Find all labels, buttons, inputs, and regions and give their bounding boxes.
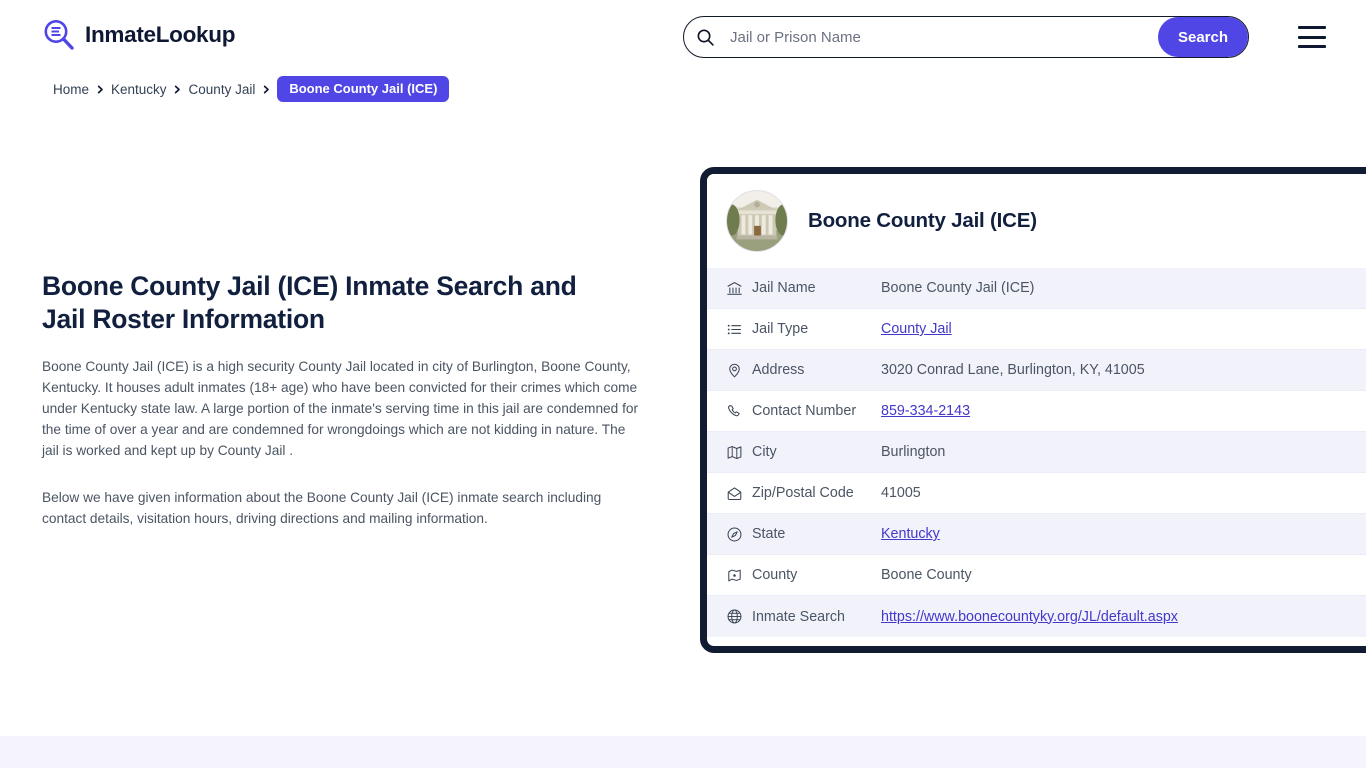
site-header: InmateLookup Search	[0, 0, 1366, 74]
table-row: County Boone County	[707, 555, 1366, 596]
breadcrumb: Home Kentucky County Jail Boone County J…	[53, 76, 450, 102]
search-bar[interactable]: Search	[683, 16, 1249, 58]
row-label: Contact Number	[752, 403, 857, 419]
card-header: Boone County Jail (ICE)	[707, 174, 1366, 268]
row-label: Jail Name	[752, 280, 816, 296]
chevron-right-icon	[89, 85, 111, 94]
table-row: Address 3020 Conrad Lane, Burlington, KY…	[707, 350, 1366, 391]
county-marker-icon	[726, 565, 752, 585]
row-value-link[interactable]: https://www.boonecountyky.org/JL/default…	[881, 609, 1178, 625]
breadcrumb-item-county-jail[interactable]: County Jail	[189, 82, 256, 97]
chevron-right-icon	[167, 85, 189, 94]
row-label: Zip/Postal Code	[752, 485, 854, 501]
row-value: 41005	[881, 485, 921, 501]
bank-building-icon	[726, 278, 752, 298]
breadcrumb-current-page: Boone County Jail (ICE)	[277, 76, 450, 102]
globe-icon	[726, 607, 752, 627]
table-row: Jail Type County Jail	[707, 309, 1366, 350]
table-row: Inmate Search https://www.boonecountyky.…	[707, 596, 1366, 637]
row-value-link[interactable]: 859-334-2143	[881, 403, 970, 419]
row-label: County	[752, 567, 798, 583]
map-pin-icon	[726, 360, 752, 380]
description-paragraph-1: Boone County Jail (ICE) is a high securi…	[42, 359, 639, 458]
brand-name: InmateLookup	[85, 21, 236, 47]
main-content: Boone County Jail (ICE) Inmate Search an…	[42, 270, 642, 530]
row-label: City	[752, 444, 777, 460]
table-row: City Burlington	[707, 432, 1366, 473]
breadcrumb-item-home[interactable]: Home	[53, 82, 89, 97]
row-label: Inmate Search	[752, 608, 845, 625]
row-label: Address	[752, 362, 805, 378]
row-value: Boone County Jail (ICE)	[881, 280, 1035, 296]
table-row: State Kentucky	[707, 514, 1366, 555]
hamburger-bar	[1298, 26, 1326, 29]
description-paragraph-2: Below we have given information about th…	[42, 489, 602, 526]
jail-info-card: Boone County Jail (ICE) Jail Name Boone …	[700, 167, 1366, 653]
row-value-link[interactable]: Kentucky	[881, 526, 940, 542]
row-label: Jail Type	[752, 321, 809, 337]
phone-icon	[726, 401, 752, 421]
table-row: Contact Number 859-334-2143	[707, 391, 1366, 432]
brand-logo-link[interactable]: InmateLookup	[42, 18, 235, 52]
breadcrumb-item-kentucky[interactable]: Kentucky	[111, 82, 167, 97]
card-title: Boone County Jail (ICE)	[808, 209, 1037, 232]
search-input[interactable]	[726, 17, 1159, 57]
row-value: Boone County	[881, 567, 972, 583]
search-icon	[684, 17, 726, 57]
row-value-link[interactable]: County Jail	[881, 321, 952, 337]
row-value: Burlington	[881, 444, 946, 460]
search-logo-icon	[42, 18, 76, 52]
search-button[interactable]: Search	[1158, 17, 1248, 57]
envelope-open-icon	[726, 483, 752, 503]
footer-band	[0, 736, 1366, 768]
courthouse-photo	[726, 190, 788, 252]
hamburger-bar	[1298, 35, 1326, 39]
row-value: 3020 Conrad Lane, Burlington, KY, 41005	[881, 362, 1145, 378]
chevron-right-icon	[255, 85, 277, 94]
compass-icon	[726, 524, 752, 544]
row-label: State	[752, 526, 786, 542]
hamburger-menu-icon[interactable]	[1298, 26, 1326, 48]
table-row: Jail Name Boone County Jail (ICE)	[707, 268, 1366, 309]
page-title: Boone County Jail (ICE) Inmate Search an…	[42, 271, 577, 334]
hamburger-bar	[1298, 45, 1326, 48]
table-row: Zip/Postal Code 41005	[707, 473, 1366, 514]
map-icon	[726, 442, 752, 462]
list-icon	[726, 319, 752, 339]
jail-info-table: Jail Name Boone County Jail (ICE) Jail T…	[707, 268, 1366, 637]
